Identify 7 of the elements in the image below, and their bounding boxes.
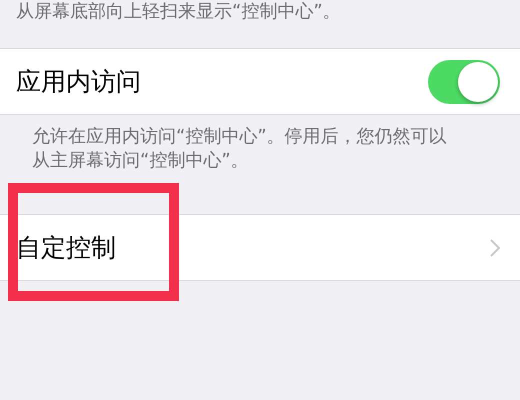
row-label: 应用内访问 (16, 66, 141, 98)
section-footer-note: 允许在应用内访问“控制中心”。停用后，您仍然可以从主屏幕访问“控制中心”。 (31, 125, 448, 173)
row-label: 自定控制 (16, 232, 116, 264)
section-header-note: 从屏幕底部向上轻扫来显示“控制中心”。 (15, 0, 342, 24)
toggle-switch[interactable] (428, 60, 500, 104)
settings-row[interactable]: 自定控制 (0, 214, 520, 281)
chevron-icon (490, 238, 500, 256)
